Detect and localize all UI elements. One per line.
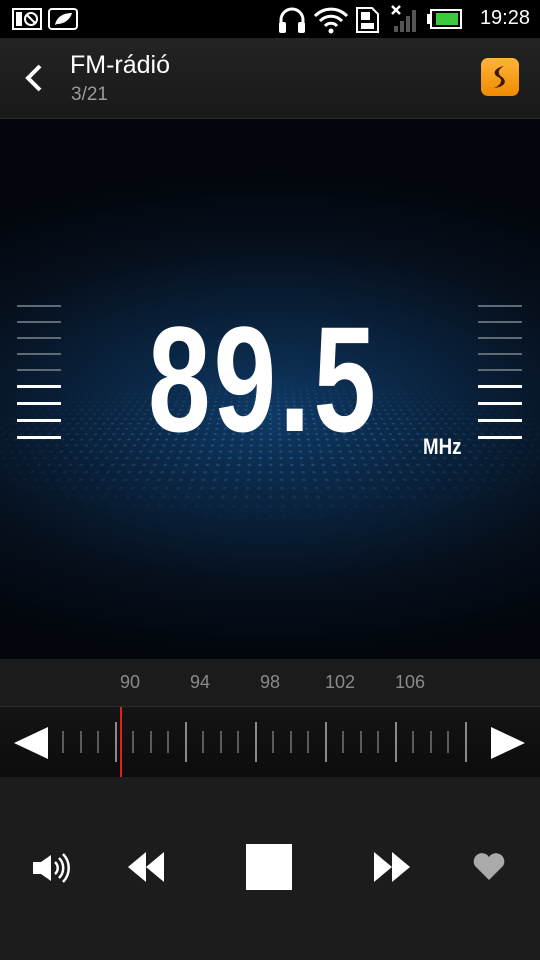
tuner-tick [394, 722, 397, 762]
scale-label: 98 [259, 672, 281, 692]
wifi-icon [313, 7, 349, 34]
action-bar: FM-rádió 3/21 [0, 38, 540, 119]
tuner-tick [359, 731, 362, 753]
frequency-unit: MHz [423, 434, 462, 459]
tuner-tick [62, 731, 64, 753]
scale-label: 102 [324, 672, 356, 692]
headset-icon [279, 7, 305, 33]
tune-up-icon[interactable] [491, 727, 527, 759]
tuner-dial[interactable] [0, 706, 540, 778]
tuner-tick [237, 731, 239, 753]
tuner-tick [149, 731, 152, 753]
seek-back-icon[interactable] [126, 850, 166, 884]
playback-controls [0, 777, 540, 960]
tuner-tick [114, 722, 117, 762]
frequency-scale: 90 94 98 102 106 [0, 660, 540, 706]
scale-label: 90 [119, 672, 141, 692]
tuner-tick [464, 722, 467, 762]
signal-off-icon [391, 5, 416, 32]
tuner-tick [289, 731, 292, 753]
tuner-needle[interactable] [120, 707, 122, 777]
tuner-tick [219, 731, 222, 753]
tuner-tick [342, 731, 344, 753]
tune-down-icon[interactable] [14, 727, 50, 759]
seek-forward-icon[interactable] [372, 850, 412, 884]
no-sim-icon [12, 8, 42, 30]
tuner-tick [307, 731, 309, 753]
stop-icon[interactable] [246, 844, 292, 890]
favorite-heart-icon[interactable] [472, 852, 506, 882]
tuner-tick [272, 731, 274, 753]
scale-label: 106 [394, 672, 426, 692]
frequency-value: 89.5 [148, 295, 379, 463]
battery-icon [427, 9, 462, 29]
tuner-tick [132, 731, 134, 753]
volume-icon[interactable] [32, 853, 72, 883]
chevron-left-icon[interactable] [20, 62, 48, 94]
left-level-meter [17, 305, 61, 453]
frequency-display: 89.5 MHz [0, 119, 540, 659]
scale-label: 94 [189, 672, 211, 692]
sd-card-icon [356, 7, 379, 33]
tuner-tick [377, 731, 379, 753]
status-bar: 19:28 [0, 0, 540, 38]
station-count: 3/21 [71, 84, 108, 105]
tuner-tick [412, 731, 414, 753]
leaf-icon [48, 8, 78, 30]
tuner-tick [167, 731, 169, 753]
tuner-tick [324, 722, 327, 762]
tuner-tick [447, 731, 449, 753]
right-level-meter [478, 305, 522, 453]
soundhound-icon [494, 66, 505, 88]
tuner-tick [97, 731, 99, 753]
tuner-tick [254, 722, 257, 762]
tuner-tick [429, 731, 432, 753]
tuner-tick [79, 731, 82, 753]
page-title: FM-rádió [70, 51, 171, 79]
soundhound-button[interactable] [481, 58, 519, 96]
clock-time: 19:28 [479, 7, 530, 29]
tuner-tick [202, 731, 204, 753]
tuner-tick [184, 722, 187, 762]
